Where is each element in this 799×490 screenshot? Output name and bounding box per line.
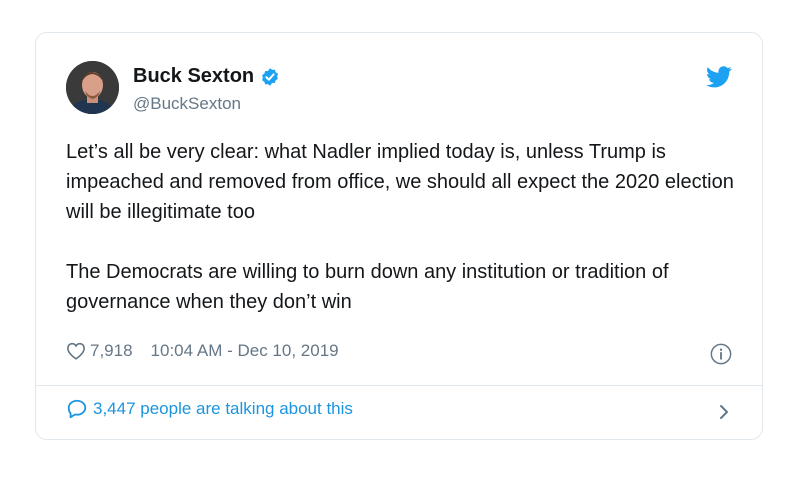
chevron-right-icon[interactable] <box>718 403 730 421</box>
twitter-bird-icon[interactable] <box>706 66 732 88</box>
speech-bubble-icon <box>67 399 87 419</box>
info-icon[interactable] <box>710 343 732 365</box>
avatar[interactable] <box>66 61 119 114</box>
author-handle[interactable]: @BuckSexton <box>133 94 241 114</box>
tweet-card: Buck Sexton @BuckSexton Let’s all be ver… <box>35 32 763 440</box>
tweet-meta: 7,918 10:04 AM - Dec 10, 2019 <box>66 341 339 361</box>
author-name[interactable]: Buck Sexton <box>133 65 254 88</box>
timestamp[interactable]: 10:04 AM - Dec 10, 2019 <box>151 341 339 361</box>
verified-badge-icon <box>262 67 279 86</box>
like-count[interactable]: 7,918 <box>90 341 133 361</box>
tweet-paragraph: The Democrats are willing to burn down a… <box>66 261 669 313</box>
conversation-label[interactable]: 3,447 people are talking about this <box>93 399 353 419</box>
tweet-text: Let’s all be very clear: what Nadler imp… <box>66 137 736 317</box>
tweet-paragraph: Let’s all be very clear: what Nadler imp… <box>66 141 734 223</box>
heart-icon[interactable] <box>66 342 86 360</box>
avatar-image <box>66 61 119 114</box>
conversation-link[interactable]: 3,447 people are talking about this <box>66 398 353 420</box>
divider <box>36 385 762 386</box>
